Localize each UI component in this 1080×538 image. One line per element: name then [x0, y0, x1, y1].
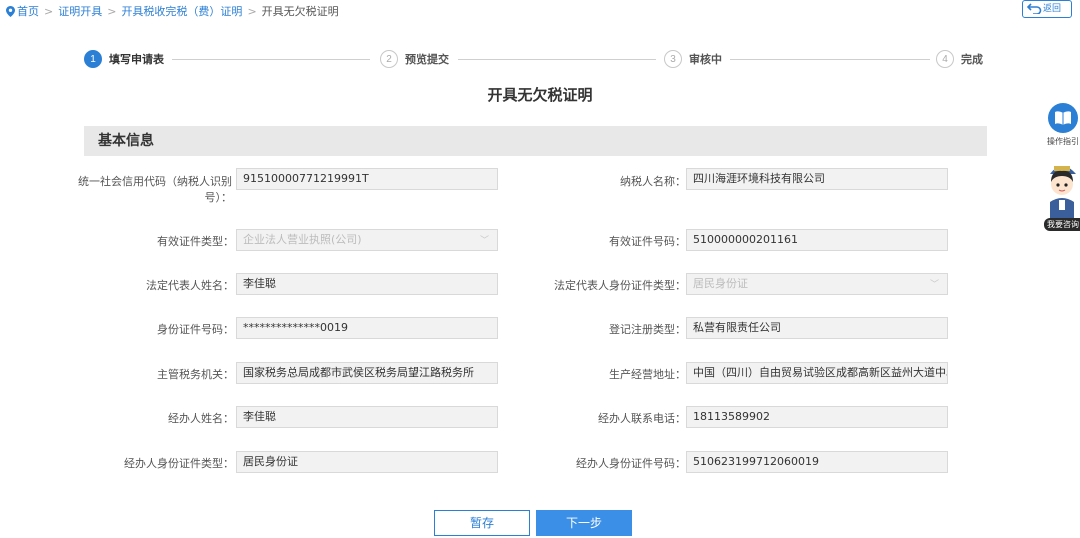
breadcrumb-home-link[interactable]: 首页: [17, 5, 39, 18]
step-label: 完成: [961, 53, 983, 66]
step-label: 预览提交: [405, 53, 449, 66]
cert-type-select[interactable]: 企业法人营业执照(公司) ﹀: [236, 229, 498, 251]
reg-type-label: 登记注册类型：: [609, 323, 686, 336]
step-complete: 4 完成: [936, 49, 983, 69]
next-step-button[interactable]: 下一步: [536, 510, 632, 536]
handler-id-type-field[interactable]: 居民身份证: [236, 451, 498, 473]
id-no-field[interactable]: **************0019: [236, 317, 498, 339]
breadcrumb-separator: >: [247, 5, 257, 18]
step-fill-form: 1 填写申请表: [84, 49, 164, 69]
step-number: 1: [84, 50, 102, 68]
back-button[interactable]: 返回: [1022, 0, 1072, 18]
legal-rep-name-field[interactable]: 李佳聪: [236, 273, 498, 295]
legal-rep-id-type-label: 法定代表人身份证件类型：: [554, 279, 686, 292]
back-arrow-icon: [1026, 3, 1042, 15]
location-pin-icon: [6, 6, 15, 20]
handler-id-no-label: 经办人身份证件号码：: [576, 457, 686, 470]
legal-rep-name-label: 法定代表人姓名：: [146, 279, 234, 292]
breadcrumb-tax-payment-link[interactable]: 开具税收完税（费）证明: [121, 5, 242, 18]
breadcrumb-certificate-link[interactable]: 证明开具: [58, 5, 102, 18]
save-draft-button[interactable]: 暂存: [434, 510, 530, 536]
id-no-label: 身份证件号码：: [157, 323, 234, 336]
book-icon: [1048, 103, 1078, 133]
cert-type-value: 企业法人营业执照(公司): [243, 233, 362, 246]
breadcrumb: 首页 > 证明开具 > 开具税收完税（费）证明 > 开具无欠税证明: [6, 3, 339, 20]
reg-type-field[interactable]: 私营有限责任公司: [686, 317, 948, 339]
credit-code-field[interactable]: 91510000771219991T: [236, 168, 498, 190]
step-reviewing: 3 审核中: [664, 49, 722, 69]
legal-rep-id-type-select[interactable]: 居民身份证 ﹀: [686, 273, 948, 295]
handler-name-field[interactable]: 李佳聪: [236, 406, 498, 428]
operation-guide-label: 操作指引: [1047, 137, 1079, 146]
cert-type-label: 有效证件类型：: [157, 235, 234, 248]
chevron-down-icon: ﹀: [479, 236, 489, 246]
breadcrumb-separator: >: [44, 5, 54, 18]
step-number: 3: [664, 50, 682, 68]
step-number: 2: [380, 50, 398, 68]
cert-no-label: 有效证件号码：: [609, 235, 686, 248]
legal-rep-id-type-value: 居民身份证: [693, 277, 748, 290]
page-title: 开具无欠税证明: [487, 86, 593, 104]
section-header: 基本信息: [84, 126, 987, 156]
taxpayer-name-label: 纳税人名称：: [620, 175, 686, 188]
step-label: 填写申请表: [109, 53, 164, 66]
handler-name-label: 经办人姓名：: [168, 412, 234, 425]
address-label: 生产经营地址：: [609, 368, 686, 381]
step-connector: [458, 59, 656, 60]
operation-guide-button[interactable]: 操作指引: [1046, 103, 1080, 147]
handler-id-no-field[interactable]: 510623199712060019: [686, 451, 948, 473]
tax-authority-label: 主管税务机关：: [157, 368, 234, 381]
step-label: 审核中: [689, 53, 722, 66]
cert-no-field[interactable]: 510000000201161: [686, 229, 948, 251]
consult-label[interactable]: 我要咨询: [1044, 218, 1080, 231]
step-connector: [172, 59, 370, 60]
address-field[interactable]: 中国（四川）自由贸易试验区成都高新区益州大道中段: [686, 362, 948, 384]
handler-phone-field[interactable]: 18113589902: [686, 406, 948, 428]
breadcrumb-separator: >: [107, 5, 117, 18]
step-preview-submit: 2 预览提交: [380, 49, 449, 69]
credit-code-label-line2: 号）：: [204, 191, 233, 204]
breadcrumb-current: 开具无欠税证明: [261, 5, 339, 18]
tax-authority-field[interactable]: 国家税务总局成都市武侯区税务局望江路税务所: [236, 362, 498, 384]
handler-id-type-label: 经办人身份证件类型：: [124, 457, 234, 470]
taxpayer-name-field[interactable]: 四川海涯环境科技有限公司: [686, 168, 948, 190]
chevron-down-icon: ﹀: [929, 280, 939, 290]
credit-code-label: 统一社会信用代码（纳税人识别 号）：: [78, 174, 233, 206]
credit-code-label-line1: 统一社会信用代码（纳税人识别: [78, 175, 232, 188]
back-button-label: 返回: [1043, 4, 1062, 14]
step-connector: [730, 59, 930, 60]
step-number: 4: [936, 50, 954, 68]
handler-phone-label: 经办人联系电话：: [598, 412, 686, 425]
progress-steps: 1 填写申请表 2 预览提交 3 审核中 4 完成: [84, 49, 988, 69]
